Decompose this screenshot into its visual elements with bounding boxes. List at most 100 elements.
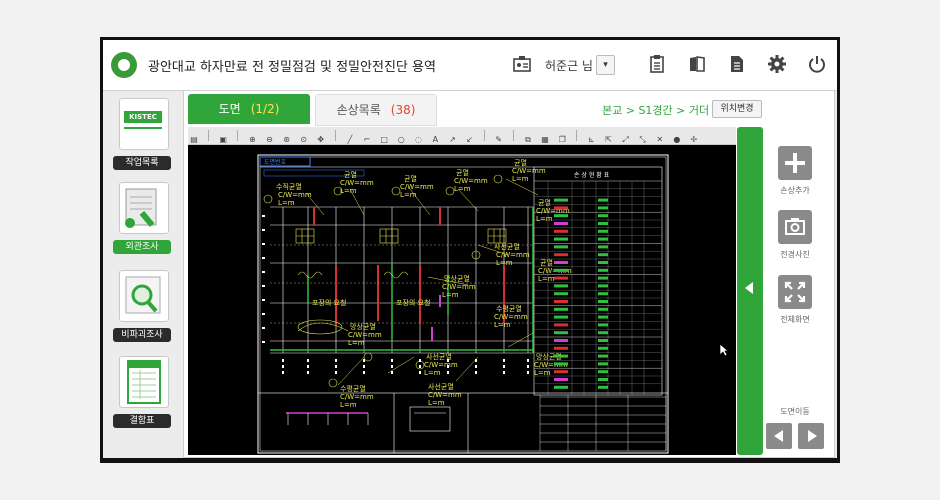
camera-icon xyxy=(785,218,805,235)
table-cell-mark xyxy=(554,307,568,311)
change-location-button[interactable]: 위치변경 xyxy=(712,100,762,118)
damage-label[interactable]: 수직균열 xyxy=(276,182,302,191)
damage-label[interactable]: 수평균열 xyxy=(496,304,522,313)
table-cell-mark xyxy=(554,292,568,296)
plus-icon xyxy=(785,153,805,173)
user-card-icon xyxy=(511,54,533,76)
axis-marker xyxy=(503,359,505,362)
stretch-icon[interactable]: ⤡ xyxy=(638,135,648,145)
arrow-icon[interactable]: ↙ xyxy=(465,135,475,145)
circle-icon[interactable]: ○ xyxy=(396,135,406,145)
table-cell-mark xyxy=(598,354,608,358)
lock-icon[interactable]: ▣ xyxy=(218,135,228,145)
mouse-cursor-icon xyxy=(719,343,729,357)
leader-icon[interactable]: ↗ xyxy=(448,135,458,145)
line-icon[interactable]: ╱ xyxy=(345,135,355,145)
book-icon[interactable] xyxy=(686,54,708,76)
axis-marker xyxy=(419,365,421,368)
user-name: 허준근 님 xyxy=(545,59,593,73)
damage-label[interactable]: 망상균열 xyxy=(350,322,376,331)
print-icon[interactable]: ▤ xyxy=(189,135,199,145)
damage-label-sub: C/W=mm xyxy=(454,177,488,185)
axis-marker xyxy=(527,371,529,374)
damage-label-sub: C/W=mm xyxy=(278,191,312,199)
damage-label[interactable]: 사선균열 xyxy=(494,242,520,251)
sidebar-item-nondestructive-test[interactable]: 비파괴조사 xyxy=(113,270,173,342)
zoom-in-icon[interactable]: ⊕ xyxy=(247,135,257,145)
document-icon[interactable] xyxy=(726,54,748,76)
table-cell-mark xyxy=(554,300,568,303)
settings-dot-icon[interactable]: ● xyxy=(672,135,682,145)
damage-label[interactable]: 망상균열 xyxy=(444,274,470,283)
cloud-icon[interactable]: ◌ xyxy=(413,135,423,145)
table-cell-mark xyxy=(554,315,568,319)
damage-label[interactable]: 수평균열 xyxy=(340,384,366,393)
scale-icon[interactable]: ⤢ xyxy=(621,135,631,145)
power-icon[interactable] xyxy=(806,54,828,76)
axis-marker xyxy=(391,365,393,368)
spreadsheet-icon xyxy=(119,356,169,408)
axis-marker xyxy=(282,359,284,362)
table-cell-mark xyxy=(598,198,608,202)
polyline-icon[interactable]: ⌐ xyxy=(362,135,372,145)
rectangle-icon[interactable]: □ xyxy=(379,135,389,145)
copy-icon[interactable]: ⧉ xyxy=(523,135,533,145)
zoom-out-icon[interactable]: ⊖ xyxy=(264,135,274,145)
app-window: 광안대교 하자만료 전 정밀점검 및 정밀안전진단 용역 허준근 님 ▾ KIS… xyxy=(103,40,837,458)
damage-label-sub: L=m xyxy=(348,339,365,347)
user-dropdown-button[interactable]: ▾ xyxy=(596,55,615,75)
damage-label[interactable]: 균열 xyxy=(404,175,417,183)
fullscreen-button[interactable] xyxy=(778,275,812,309)
delete-icon[interactable]: ✕ xyxy=(655,135,665,145)
tab-drawing[interactable]: 도면 (1/2) xyxy=(188,94,310,124)
sidebar-item-visual-inspection[interactable]: 외관조사 xyxy=(113,182,173,254)
photo-button[interactable] xyxy=(778,210,812,244)
damage-label[interactable]: 균열 xyxy=(344,171,357,179)
clipboard-icon[interactable] xyxy=(646,54,668,76)
table-cell-mark xyxy=(554,237,568,241)
paste-icon[interactable]: ▦ xyxy=(540,135,550,145)
damage-label-sub: L=m xyxy=(512,175,529,183)
damage-label-sub: C/W=mm xyxy=(512,167,546,175)
measure-icon[interactable]: ⊾ xyxy=(586,135,596,145)
drawing-canvas[interactable]: 도면번호 수직균열 C/W=mm L=m 균열 C/W=mm L=m 균열 C/… xyxy=(188,145,736,455)
arrow-right-icon xyxy=(808,430,817,442)
axis-marker xyxy=(307,359,309,362)
previous-drawing-button[interactable] xyxy=(766,423,792,449)
collapse-panel-button[interactable] xyxy=(737,127,763,455)
text-icon[interactable]: A xyxy=(430,135,440,145)
damage-label-sub: C/W=mm xyxy=(442,283,476,291)
damage-label[interactable]: 균열 xyxy=(540,259,553,267)
pen-icon[interactable]: ✎ xyxy=(494,135,504,145)
table-cell-mark xyxy=(598,370,608,374)
damage-label[interactable]: 사선균열 xyxy=(428,382,454,391)
next-drawing-button[interactable] xyxy=(798,423,824,449)
damage-table-title: 손 상 현 황 표 xyxy=(574,171,610,179)
damage-label[interactable]: 균열 xyxy=(514,159,527,167)
table-cell-mark xyxy=(598,276,608,280)
table-cell-mark xyxy=(554,268,568,272)
cad-drawing[interactable]: 도면번호 수직균열 C/W=mm L=m 균열 C/W=mm L=m 균열 C/… xyxy=(188,145,736,455)
zoom-window-icon[interactable]: ⊛ xyxy=(282,135,292,145)
axis-marker xyxy=(419,371,421,374)
table-cell-mark xyxy=(554,198,568,202)
add-damage-button[interactable] xyxy=(778,146,812,180)
zoom-fit-icon[interactable]: ⊙ xyxy=(299,135,309,145)
tab-damage-list[interactable]: 손상목록 (38) xyxy=(315,94,437,126)
sidebar-item-work-list[interactable]: KISTEC 작업목록 xyxy=(113,98,173,170)
damage-label[interactable]: 포장의 요철 xyxy=(396,298,430,307)
table-cell-mark xyxy=(554,370,568,374)
damage-label[interactable]: 균열 xyxy=(538,199,551,207)
right-tool-panel: 손상추가 전경사진 전체화면 도면이동 xyxy=(763,90,837,458)
axis-marker xyxy=(391,371,393,374)
wrench-icon[interactable]: ✢ xyxy=(689,135,699,145)
duplicate-icon[interactable]: ❐ xyxy=(557,135,567,145)
damage-label[interactable]: 포장의 요철 xyxy=(312,298,346,307)
drawing-roll-icon xyxy=(119,182,169,234)
gear-icon[interactable] xyxy=(766,54,788,76)
sidebar-item-defect-table[interactable]: 결함표 xyxy=(113,356,173,428)
pan-icon[interactable]: ✥ xyxy=(316,135,326,145)
move-icon[interactable]: ⇱ xyxy=(603,135,613,145)
tab-label: 손상목록 xyxy=(336,103,381,117)
damage-label[interactable]: 균열 xyxy=(456,169,469,177)
